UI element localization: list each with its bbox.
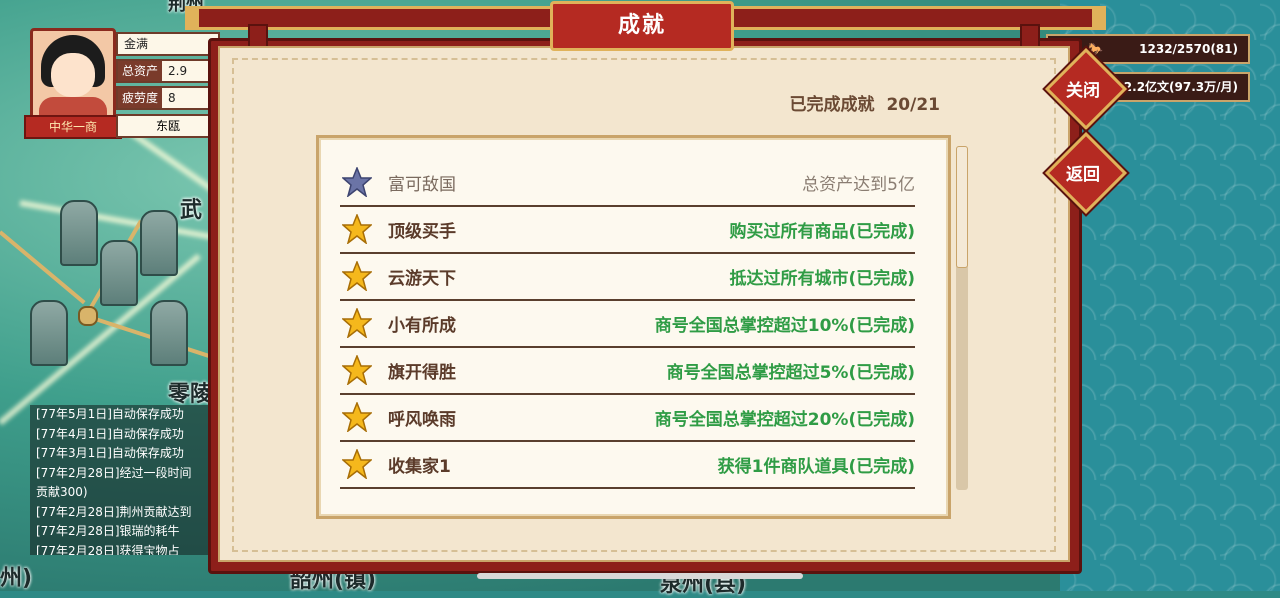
- assets-label: 总资产: [118, 61, 162, 81]
- achievement-name: 收集家1: [388, 457, 451, 477]
- mountain: [30, 300, 68, 366]
- star-gold-icon: [342, 261, 372, 291]
- achievement-desc: 购买过所有商品(已完成): [729, 222, 915, 242]
- map-label-wu[interactable]: 武: [180, 192, 202, 224]
- mountain: [150, 300, 188, 366]
- log-line: [77年2月28日]经过一段时间: [36, 465, 192, 480]
- achievement-row[interactable]: 顶级买手 购买过所有商品(已完成): [340, 206, 915, 254]
- achievement-row[interactable]: 呼风唤雨 商号全国总掌控超过20%(已完成): [340, 394, 915, 442]
- dialog-title: 成就: [550, 1, 734, 51]
- fatigue-label: 疲劳度: [118, 88, 162, 108]
- achievement-name: 旗开得胜: [388, 363, 456, 383]
- map-label-bottom-left[interactable]: 州): [0, 560, 32, 592]
- achievement-name: 富可敌国: [388, 175, 456, 195]
- mountain: [140, 210, 178, 276]
- achievement-row[interactable]: 云游天下 抵达过所有城市(已完成): [340, 253, 915, 301]
- log-line: 贡献300): [36, 485, 88, 499]
- mountain: [100, 240, 138, 306]
- achievement-desc: 商号全国总掌控超过10%(已完成): [654, 316, 915, 336]
- achievement-desc: 商号全国总掌控超过20%(已完成): [654, 410, 915, 430]
- back-button-label[interactable]: 返回: [1048, 160, 1118, 185]
- star-locked-icon: [342, 167, 372, 197]
- event-log[interactable]: [77年5月1日]自动保存成功 [77年4月1日]自动保存成功 [77年3月1日…: [30, 405, 226, 555]
- hud-fatigue: 疲劳度 8: [116, 86, 220, 110]
- hud-assets: 总资产 2.9: [116, 59, 220, 83]
- achievement-name: 顶级买手: [388, 222, 456, 242]
- log-line: [77年4月1日]自动保存成功: [36, 426, 184, 441]
- log-line: [77年2月28日]银瑞的耗牛: [36, 524, 180, 538]
- star-gold-icon: [342, 355, 372, 385]
- star-gold-icon: [342, 214, 372, 244]
- player-avatar[interactable]: [30, 28, 116, 120]
- star-gold-icon: [342, 402, 372, 432]
- achievement-desc: 商号全国总掌控超过5%(已完成): [666, 363, 915, 383]
- map-label-ling[interactable]: 零陵: [168, 376, 212, 408]
- cargo-value: 1232/2570(81): [1139, 42, 1238, 56]
- log-line: [77年2月28日]荆州贡献达到: [36, 504, 192, 519]
- hud-name: 金满: [116, 32, 220, 56]
- completed-label: 已完成成就: [789, 95, 875, 115]
- assets-value: 2.9: [168, 64, 188, 78]
- rank-badge: 中华一商: [24, 115, 122, 139]
- achievement-desc: 总资产达到5亿: [802, 175, 915, 195]
- star-gold-icon: [342, 308, 372, 338]
- achievement-row[interactable]: 小有所成 商号全国总掌控超过10%(已完成): [340, 300, 915, 348]
- achievement-name: 小有所成: [388, 316, 456, 336]
- fatigue-value: 8: [168, 91, 176, 105]
- achievement-name: 云游天下: [388, 269, 456, 289]
- achievement-row[interactable]: 旗开得胜 商号全国总掌控超过5%(已完成): [340, 347, 915, 395]
- achievement-name: 呼风唤雨: [388, 410, 456, 430]
- achievement-desc: 抵达过所有城市(已完成): [729, 269, 915, 289]
- completed-count: 20/21: [886, 95, 940, 115]
- achievement-row[interactable]: 富可敌国 总资产达到5亿: [340, 159, 915, 207]
- current-city[interactable]: 东瓯: [116, 114, 220, 138]
- city-node[interactable]: [78, 306, 98, 326]
- player-name: 金满: [124, 37, 149, 51]
- achievement-desc: 获得1件商队道具(已完成): [717, 457, 915, 477]
- log-line: [77年3月1日]自动保存成功: [36, 446, 184, 460]
- completed-summary: 已完成成就 20/21: [700, 90, 940, 115]
- scrollbar-thumb[interactable]: [956, 146, 968, 268]
- close-button-label[interactable]: 关闭: [1048, 76, 1118, 101]
- star-gold-icon: [342, 449, 372, 479]
- log-line: [77年5月1日]自动保存成功: [36, 407, 184, 421]
- home-indicator[interactable]: [477, 573, 803, 579]
- achievement-row[interactable]: 收集家1 获得1件商队道具(已完成): [340, 441, 915, 489]
- mountain: [60, 200, 98, 266]
- log-line: [77年2月28日]获得宝物占: [36, 543, 180, 556]
